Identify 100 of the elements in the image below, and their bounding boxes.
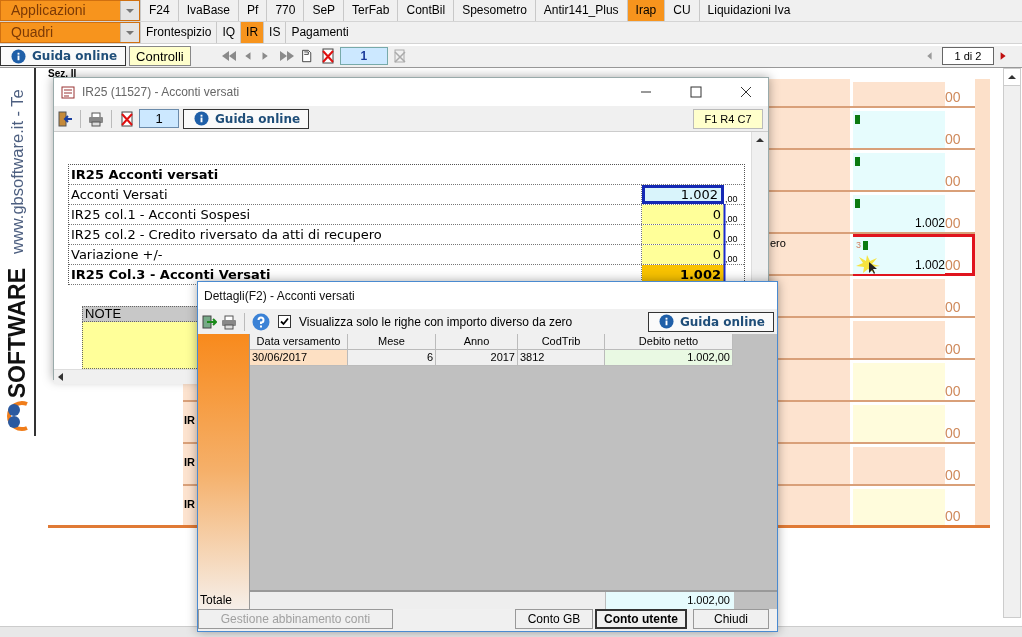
cents-text: ,00 — [724, 254, 739, 264]
amount-value: 1.002 — [914, 216, 945, 230]
section-tab[interactable]: IS — [263, 22, 286, 43]
export-icon[interactable] — [201, 313, 217, 330]
scrollbar[interactable] — [1003, 68, 1021, 618]
app-tab[interactable]: IvaBase — [177, 0, 239, 21]
section-tab[interactable]: IR — [240, 22, 264, 43]
app-tab[interactable]: Pf — [238, 0, 267, 21]
cents-text: 00 — [945, 215, 962, 232]
help-button[interactable]: Guida online — [0, 46, 127, 66]
amount-field[interactable] — [853, 363, 945, 400]
applications-dropdown[interactable]: Applicazioni — [0, 0, 140, 21]
window-title: IR25 (11527) - Acconti versati — [82, 85, 241, 99]
table-cell: 1.002,00 — [605, 350, 733, 366]
scroll-up-icon[interactable] — [1004, 69, 1020, 86]
filter-checkbox[interactable] — [278, 315, 291, 328]
amount-field[interactable] — [853, 321, 945, 358]
brand-text: SOFTWARE — [3, 268, 31, 399]
amount-field[interactable]: 1.002 — [642, 185, 724, 204]
website-text: www.gbsoftware.it - Te — [7, 88, 27, 254]
app-tab[interactable]: SeP — [303, 0, 344, 21]
app-tab[interactable]: Spesometro — [453, 0, 535, 21]
row-note: 3 — [856, 240, 861, 250]
cents-text: 00 — [945, 131, 962, 148]
amount-field[interactable]: 0 — [642, 205, 724, 224]
cents-text: 00 — [945, 89, 962, 106]
app-tab[interactable]: ContBil — [397, 0, 454, 21]
first-page-icon[interactable] — [220, 48, 237, 64]
amount-field[interactable] — [853, 405, 945, 442]
app-tab[interactable]: Antir141_Plus — [534, 0, 627, 21]
total-label: Totale — [199, 593, 233, 607]
row-code: IR — [184, 414, 195, 426]
column-header[interactable]: Mese — [348, 334, 436, 350]
app-tab[interactable]: 770 — [266, 0, 304, 21]
amount-field[interactable] — [853, 279, 945, 316]
cents-text: 00 — [945, 173, 962, 190]
cell-position: F1 R4 C7 — [693, 108, 763, 129]
table-cell: 3812 — [518, 350, 605, 366]
amount-value: 1.002 — [914, 258, 945, 272]
amount-field[interactable]: 0 — [642, 225, 724, 244]
amount-field[interactable] — [853, 153, 945, 190]
app-tab[interactable]: F24 — [140, 0, 178, 21]
amount-field[interactable] — [853, 447, 945, 484]
table-cell: 6 — [348, 350, 436, 366]
section-tab[interactable]: Frontespizio — [140, 22, 217, 43]
checks-button[interactable]: Controlli — [129, 46, 191, 66]
cents-text: ,00 — [724, 214, 739, 224]
info-icon — [658, 314, 674, 329]
help-icon[interactable] — [252, 312, 270, 331]
row-label: ero — [770, 237, 787, 249]
app-tab[interactable]: Irap — [626, 0, 665, 21]
cents-text: 00 — [945, 257, 962, 274]
section-tab[interactable]: Pagamenti — [285, 22, 354, 43]
last-page-icon[interactable] — [278, 48, 295, 64]
help-button[interactable]: Guida online — [647, 311, 774, 332]
column-header[interactable]: CodTrib — [518, 334, 605, 350]
amount-field[interactable]: 0 — [642, 245, 724, 264]
column-header[interactable]: Data versamento — [250, 334, 348, 350]
window-title: Dettagli(F2) - Acconti versati — [204, 288, 356, 303]
delete-icon[interactable] — [319, 48, 336, 64]
exit-icon[interactable] — [57, 110, 73, 127]
app-tab[interactable]: Liquidazioni Iva — [698, 0, 799, 21]
amount-field[interactable] — [853, 111, 945, 148]
cents-text: 00 — [945, 341, 962, 358]
amount-field[interactable]: 3 1.002 — [853, 237, 945, 274]
help-button[interactable]: Guida online — [183, 108, 310, 129]
amount-field[interactable] — [853, 82, 945, 106]
total-value: 1.002,00 — [606, 592, 734, 609]
row-code: IR — [184, 498, 195, 510]
page-count-field: 1 di 2 — [942, 47, 994, 65]
form-icon — [60, 84, 76, 100]
info-icon — [11, 48, 26, 64]
info-icon — [194, 111, 209, 126]
amount-field[interactable] — [853, 489, 945, 525]
column-header[interactable]: Debito netto — [605, 334, 733, 350]
row-code: IR — [184, 456, 195, 468]
cents-text: ,00 — [724, 194, 739, 204]
dialog-button[interactable]: Chiudi — [693, 609, 769, 629]
section-title: Sez. II — [48, 68, 77, 79]
page-field[interactable]: 1 — [139, 109, 179, 128]
cents-text: 00 — [945, 508, 962, 525]
cents-text: ,00 — [724, 234, 739, 244]
cents-text: 00 — [945, 425, 962, 442]
page-field[interactable]: 1 — [339, 47, 388, 65]
dialog-button[interactable]: Conto GB — [515, 609, 593, 629]
printer-icon[interactable] — [88, 110, 104, 127]
cents-text: 00 — [945, 383, 962, 400]
sections-dropdown[interactable]: Quadri — [0, 22, 140, 43]
table-cell: 2017 — [436, 350, 518, 366]
cents-text: 00 — [945, 299, 962, 316]
table-cell: 30/06/2017 — [250, 350, 348, 366]
amount-field[interactable]: 1.002 — [853, 195, 945, 232]
app-tab[interactable]: CU — [664, 0, 699, 21]
app-tab[interactable]: TerFab — [343, 0, 398, 21]
dialog-button[interactable]: Conto utente — [595, 609, 687, 629]
column-header[interactable]: Anno — [436, 334, 518, 350]
cents-text: 00 — [945, 467, 962, 484]
new-page-icon[interactable] — [300, 48, 314, 64]
printer-icon[interactable] — [221, 313, 237, 330]
delete-icon[interactable] — [119, 110, 135, 127]
